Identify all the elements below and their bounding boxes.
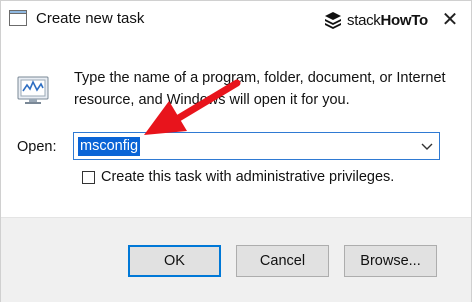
window-title: Create new task [36,10,145,27]
admin-privileges-option[interactable]: Create this task with administrative pri… [82,167,394,187]
close-button[interactable]: ✕ [437,9,463,31]
brand-watermark: stackHowTo [323,9,428,31]
open-label: Open: [17,139,57,155]
window-app-icon [9,10,27,26]
brand-name: stackHowTo [347,12,428,29]
admin-privileges-checkbox[interactable] [82,170,95,184]
browse-button[interactable]: Browse... [344,245,437,277]
title-bar: Create new task stackHowTo ✕ [1,1,471,37]
close-icon: ✕ [441,9,459,31]
open-combobox[interactable]: msconfig [73,132,440,160]
create-new-task-dialog: Create new task stackHowTo ✕ Type the na… [0,0,472,302]
instruction-text: Type the name of a program, folder, docu… [74,70,446,108]
run-dialog-icon [17,76,49,104]
cancel-button[interactable]: Cancel [236,245,329,277]
open-input-value[interactable]: msconfig [78,137,141,156]
chevron-down-icon[interactable] [419,138,435,154]
admin-privileges-label[interactable]: Create this task with administrative pri… [101,169,394,185]
brand-suffix: HowTo [380,11,429,29]
button-bar: OK Cancel Browse... [1,217,471,302]
brand-prefix: stack [347,11,381,29]
ok-button[interactable]: OK [128,245,221,277]
stack-logo-icon [325,12,341,29]
